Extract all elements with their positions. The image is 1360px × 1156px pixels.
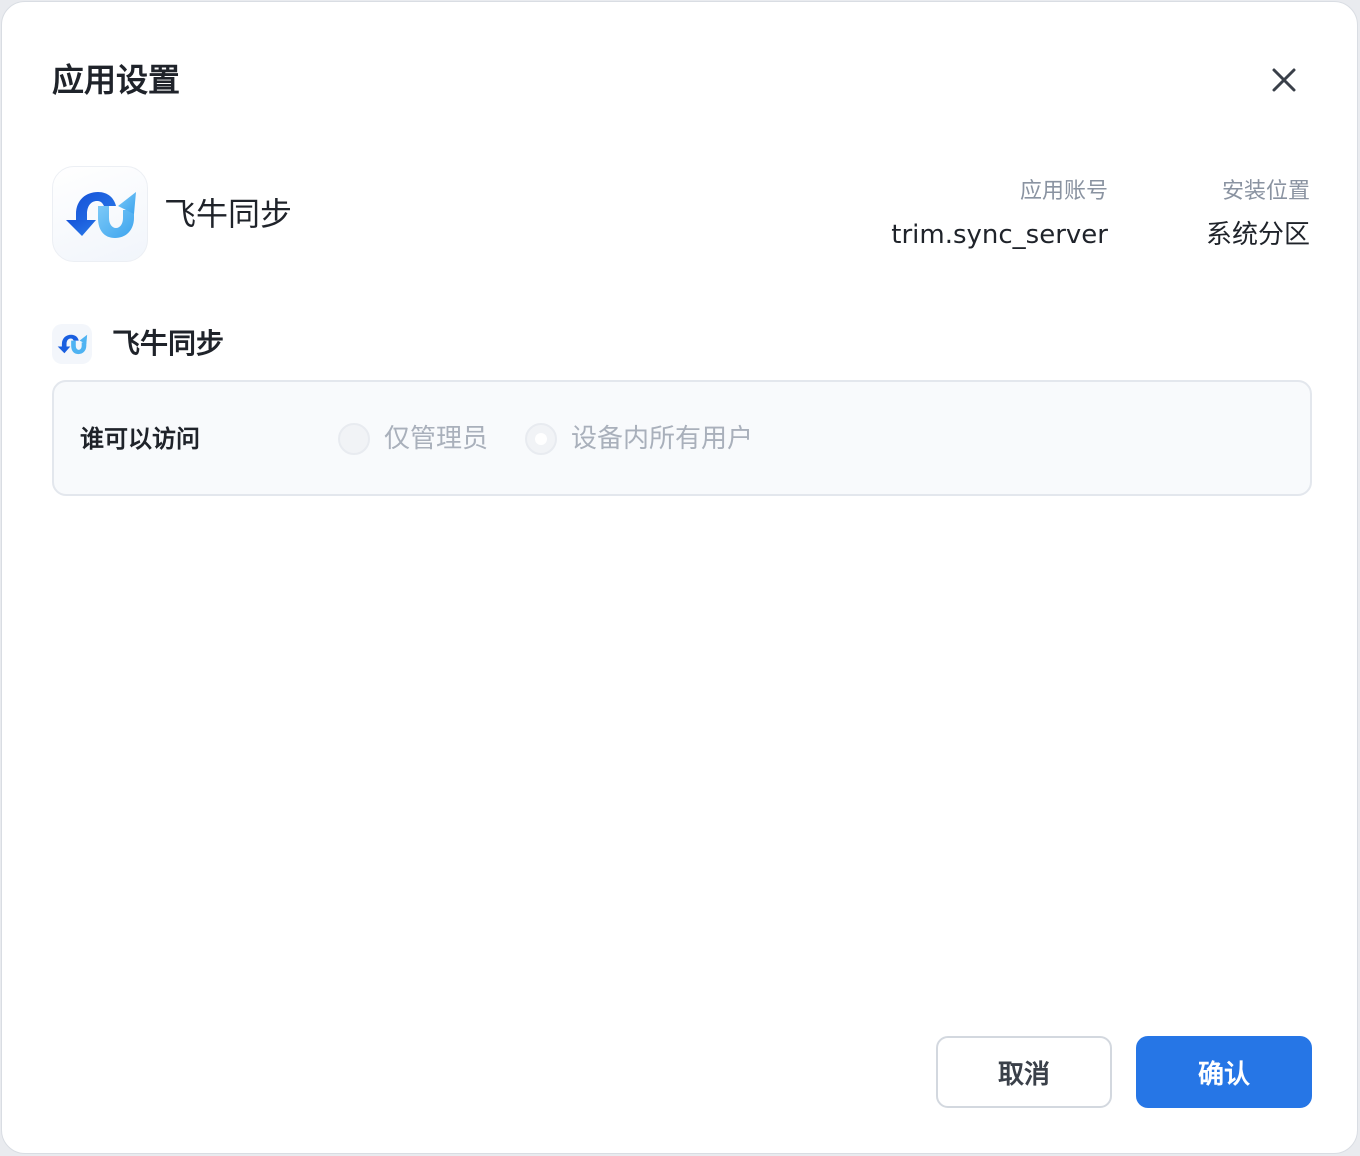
- radio-circle-selected: [525, 423, 557, 455]
- radio-label: 仅管理员: [384, 424, 489, 454]
- fn-sync-logo-icon: [66, 192, 136, 238]
- app-icon: [52, 166, 148, 262]
- location-label: 安装位置: [1221, 179, 1310, 204]
- app-settings-dialog: 应用设置 飞牛同步 应用账号 trim.sync_server 安装位置 系统分…: [1, 1, 1358, 1154]
- radio-all-users[interactable]: 设备内所有用户: [525, 422, 753, 456]
- account-label: 应用账号: [1019, 179, 1108, 204]
- fn-sync-logo-icon: [57, 334, 88, 355]
- close-icon: [1272, 68, 1296, 92]
- close-button[interactable]: [1264, 60, 1304, 100]
- access-label: 谁可以访问: [80, 425, 200, 453]
- access-panel: 谁可以访问 仅管理员 设备内所有用户: [52, 380, 1312, 496]
- radio-circle: [338, 423, 370, 455]
- section-title: 飞牛同步: [112, 327, 225, 360]
- app-name: 飞牛同步: [164, 195, 293, 233]
- cancel-button[interactable]: 取消: [936, 1036, 1112, 1108]
- account-value: trim.sync_server: [891, 220, 1108, 250]
- radio-label: 设备内所有用户: [571, 424, 754, 454]
- confirm-button[interactable]: 确认: [1136, 1036, 1312, 1108]
- section-app-icon: [52, 324, 92, 364]
- radio-admin-only[interactable]: 仅管理员: [338, 422, 488, 456]
- location-value: 系统分区: [1205, 220, 1310, 250]
- dialog-title: 应用设置: [52, 61, 181, 99]
- radio-dot: [535, 433, 547, 445]
